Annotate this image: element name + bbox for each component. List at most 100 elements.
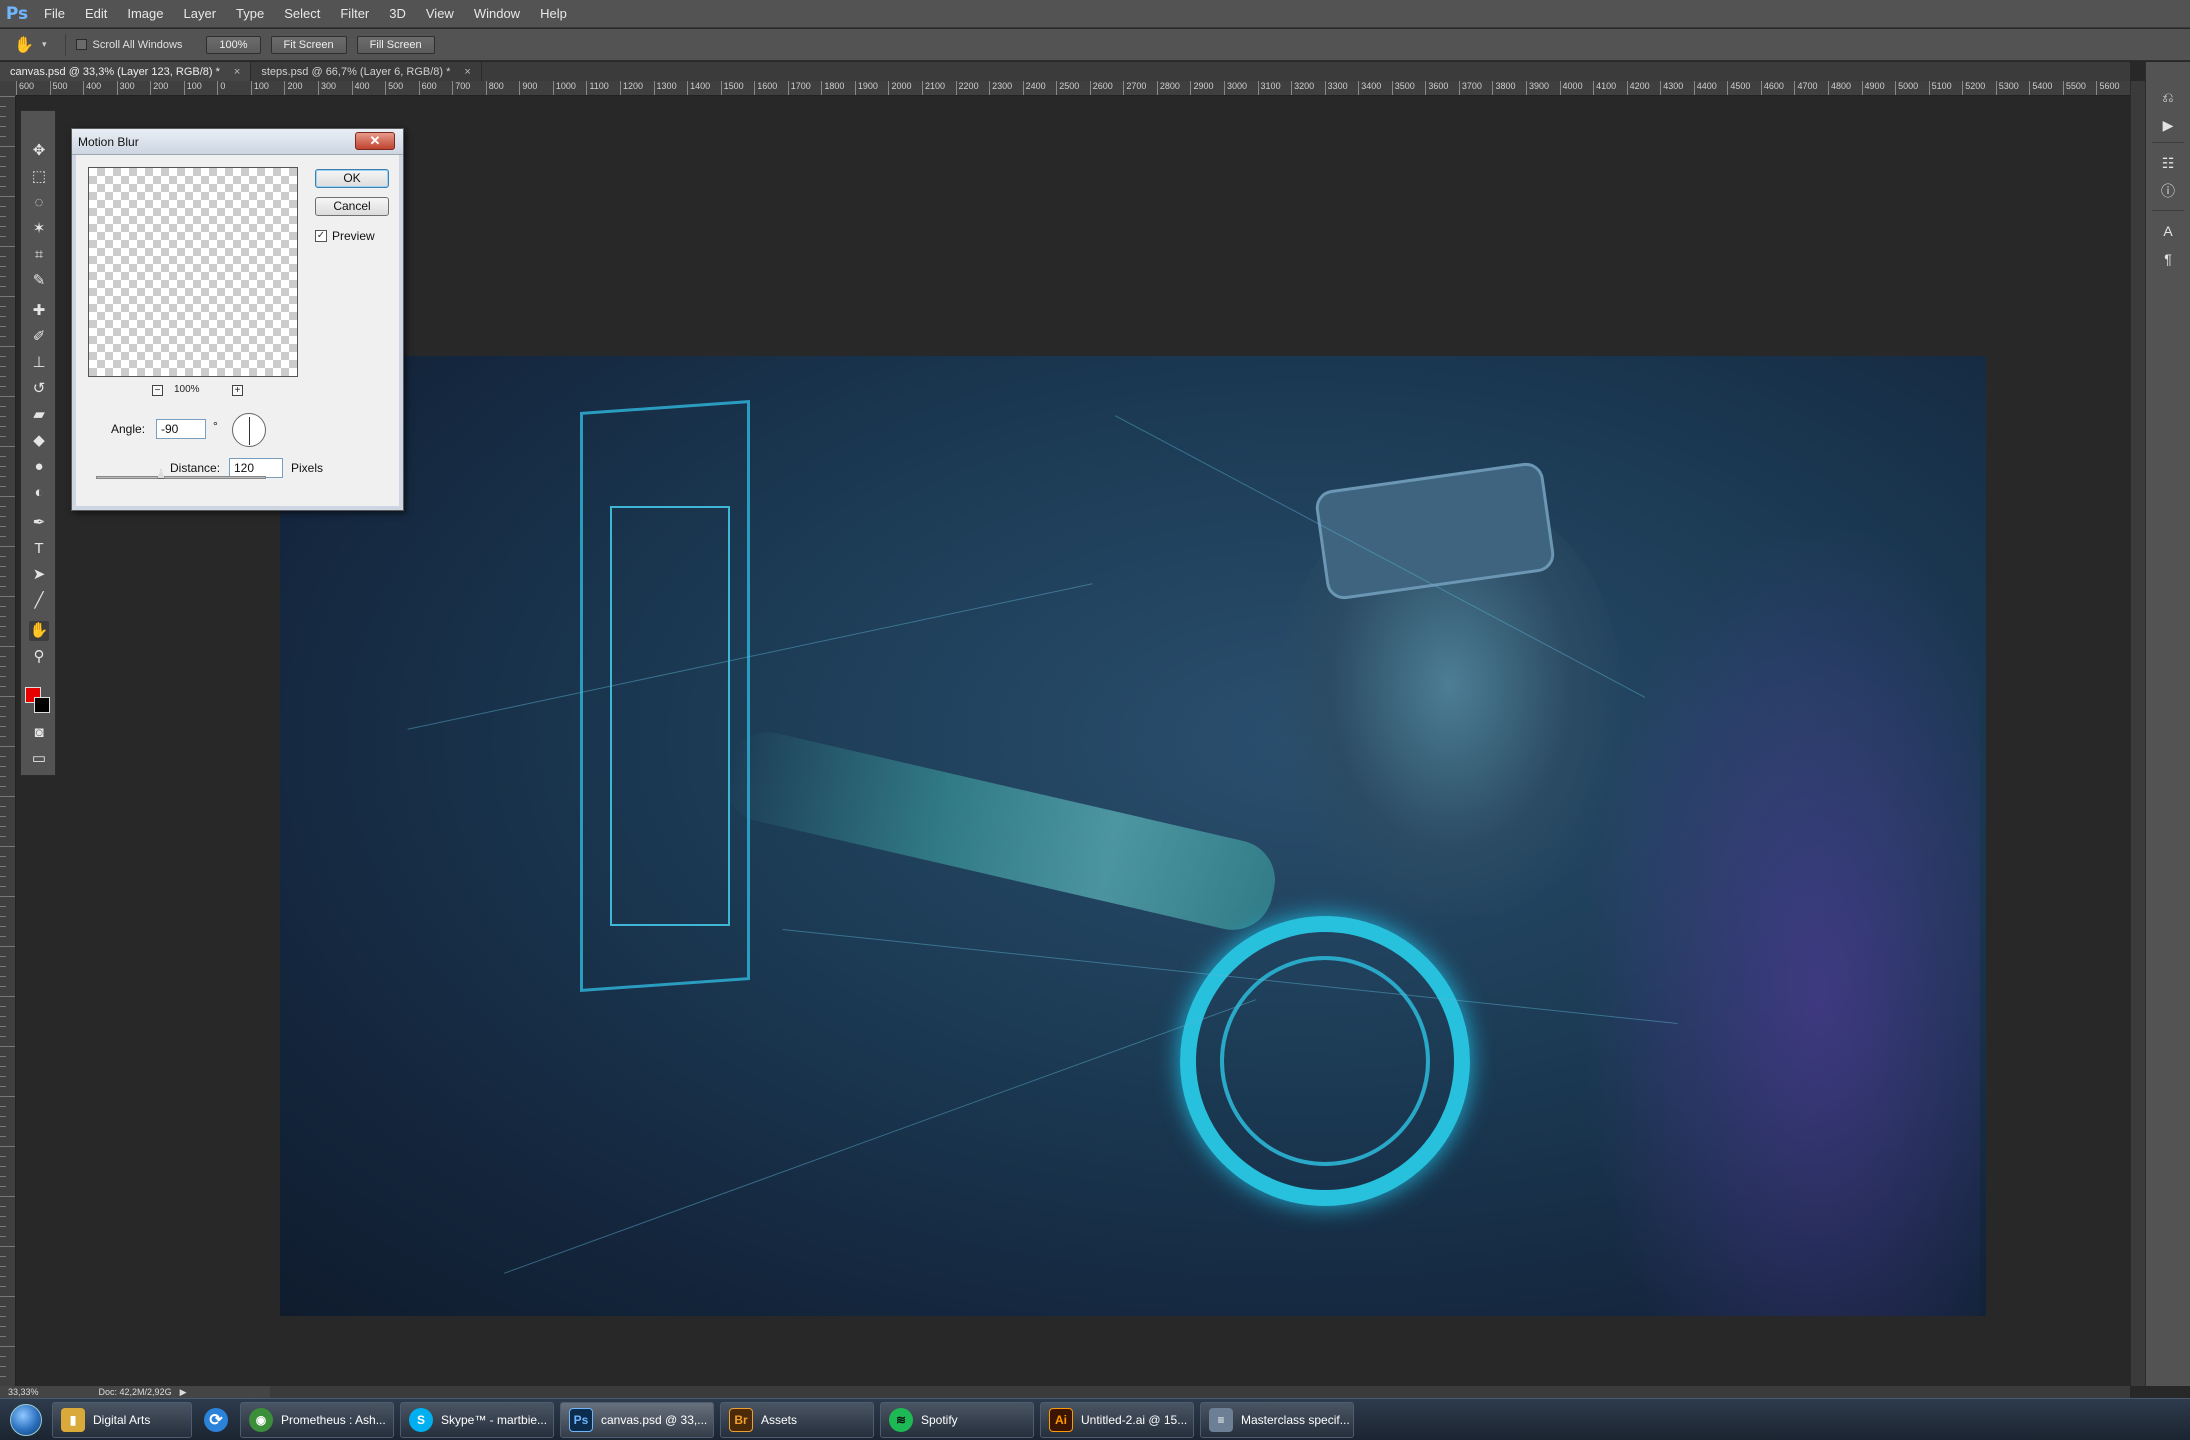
ok-button[interactable]: OK (315, 169, 389, 188)
taskbar-item-sync[interactable]: ⟳ (198, 1402, 234, 1438)
history-brush-tool-icon[interactable]: ↺ (29, 379, 49, 399)
marquee-tool-icon[interactable]: ⬚ (29, 167, 49, 187)
brush-tool-icon[interactable]: ✐ (29, 327, 49, 347)
ruler-tick (0, 396, 15, 397)
close-icon[interactable]: ✕ (355, 132, 395, 150)
crop-tool-icon[interactable]: ⌗ (29, 245, 49, 265)
ruler-tick: 100 (183, 81, 202, 95)
type-tool-icon[interactable]: T (29, 539, 49, 559)
line-tool-icon[interactable]: ╱ (29, 591, 49, 611)
path-select-tool-icon[interactable]: ➤ (29, 565, 49, 585)
angle-input[interactable] (156, 419, 206, 439)
distance-unit: Pixels (291, 461, 324, 475)
menu-edit[interactable]: Edit (75, 0, 117, 28)
distance-slider-thumb[interactable] (157, 469, 165, 479)
menu-image[interactable]: Image (117, 0, 173, 28)
zoom-100-button[interactable]: 100% (206, 35, 261, 54)
lasso-tool-icon[interactable]: ◌ (29, 193, 49, 213)
menu-window[interactable]: Window (464, 0, 530, 28)
paint-bucket-tool-icon[interactable]: ◆ (29, 431, 49, 451)
horizontal-scrollbar[interactable] (270, 1386, 2130, 1398)
hand-tool-icon[interactable]: ✋ (14, 35, 42, 55)
taskbar-item-spotify[interactable]: ≋ Spotify (880, 1401, 1034, 1438)
tab-canvas-psd[interactable]: canvas.psd @ 33,3% (Layer 123, RGB/8) * … (0, 62, 252, 81)
taskbar-item-skype[interactable]: S Skype™ - martbie... (400, 1401, 554, 1438)
quick-mask-icon[interactable]: ◙ (29, 723, 49, 743)
horizontal-ruler[interactable]: 600 500 400 300 200 100 0 100 200 300 400 500 600 700… (16, 81, 2130, 96)
menu-filter[interactable]: Filter (330, 0, 379, 28)
zoom-tool-icon[interactable]: ⚲ (29, 647, 49, 667)
tool-preset-chevron-icon[interactable]: ▾ (42, 39, 47, 50)
move-tool-icon[interactable]: ✥ (29, 141, 49, 161)
taskbar-item-chrome[interactable]: ◉ Prometheus : Ash... (240, 1401, 394, 1438)
ruler-tick (0, 666, 6, 667)
scroll-all-windows-checkbox[interactable] (75, 39, 87, 50)
ruler-tick (0, 1046, 15, 1047)
background-color-swatch[interactable] (34, 697, 50, 713)
taskbar-item-photoshop[interactable]: Ps canvas.psd @ 33,... (560, 1401, 714, 1438)
ruler-tick (0, 206, 6, 207)
menu-type[interactable]: Type (226, 0, 274, 28)
blur-tool-icon[interactable]: ● (29, 457, 49, 477)
preview-checkbox[interactable]: ✓ (315, 230, 327, 242)
dialog-title-bar[interactable]: Motion Blur ✕ (72, 129, 403, 155)
menu-layer[interactable]: Layer (174, 0, 227, 28)
vertical-ruler[interactable] (0, 96, 16, 1386)
eyedropper-tool-icon[interactable]: ✎ (29, 271, 49, 291)
distance-slider[interactable] (96, 476, 266, 479)
quick-select-tool-icon[interactable]: ✶ (29, 219, 49, 239)
taskbar-item-document[interactable]: ≡ Masterclass specif... (1200, 1401, 1354, 1438)
pen-tool-icon[interactable]: ✒ (29, 513, 49, 533)
vertical-scrollbar[interactable] (2130, 81, 2145, 1386)
ruler-tick (0, 556, 6, 557)
ruler-tick: 2900 (1190, 81, 1213, 95)
zoom-level[interactable]: 33,33% (8, 1387, 39, 1397)
taskbar-item-bridge[interactable]: Br Assets (720, 1401, 874, 1438)
zoom-out-button[interactable]: − (152, 385, 163, 396)
filter-preview[interactable] (88, 167, 298, 377)
close-icon[interactable]: × (234, 66, 240, 78)
bridge-icon: Br (729, 1407, 753, 1432)
dodge-tool-icon[interactable]: ◐ (29, 483, 49, 503)
ruler-corner[interactable] (0, 81, 16, 96)
taskbar-item-digital-arts[interactable]: ▮ Digital Arts (52, 1401, 192, 1438)
menu-view[interactable]: View (416, 0, 464, 28)
paragraph-panel-icon[interactable]: ¶ (2157, 248, 2179, 270)
screen-mode-icon[interactable]: ▭ (29, 749, 49, 769)
menu-3d[interactable]: 3D (379, 0, 416, 28)
healing-brush-tool-icon[interactable]: ✚ (29, 301, 49, 321)
zoom-in-button[interactable]: + (232, 385, 243, 396)
angle-dial[interactable] (232, 413, 266, 447)
cancel-button[interactable]: Cancel (315, 197, 389, 216)
status-menu-arrow-icon[interactable]: ▶ (180, 1387, 187, 1398)
hand-tool-icon[interactable]: ✋ (29, 621, 49, 641)
menu-select[interactable]: Select (274, 0, 330, 28)
ruler-tick (0, 1096, 15, 1097)
fit-screen-button[interactable]: Fit Screen (270, 35, 347, 54)
tab-steps-psd[interactable]: steps.psd @ 66,7% (Layer 6, RGB/8) * × (251, 62, 482, 81)
character-panel-icon[interactable]: A (2157, 220, 2179, 242)
ruler-tick: 5200 (1962, 81, 1985, 95)
clone-stamp-tool-icon[interactable]: ⊥ (29, 353, 49, 373)
artwork-image[interactable] (280, 356, 1986, 1316)
menu-help[interactable]: Help (530, 0, 577, 28)
ruler-tick: 4700 (1794, 81, 1817, 95)
start-button[interactable] (0, 1399, 52, 1440)
properties-panel-icon[interactable]: ☷ (2157, 152, 2179, 174)
info-panel-icon[interactable]: ⓘ (2157, 180, 2179, 202)
options-bar: ✋ ▾ Scroll All Windows 100% Fit Screen F… (0, 29, 2190, 61)
preview-zoom-level: 100% (174, 384, 200, 395)
taskbar-label: Skype™ - martbie... (441, 1412, 548, 1427)
fill-screen-button[interactable]: Fill Screen (356, 35, 435, 54)
history-panel-icon[interactable]: ⎌ (2157, 86, 2179, 108)
preview-label: Preview (332, 229, 375, 243)
ruler-tick (0, 236, 6, 237)
taskbar-item-illustrator[interactable]: Ai Untitled-2.ai @ 15... (1040, 1401, 1194, 1438)
eraser-tool-icon[interactable]: ▰ (29, 405, 49, 425)
close-icon[interactable]: × (464, 66, 470, 78)
ruler-tick: 2600 (1089, 81, 1113, 95)
distance-input[interactable] (229, 458, 283, 478)
menu-file[interactable]: File (34, 0, 75, 28)
actions-panel-icon[interactable]: ▶ (2157, 114, 2179, 136)
ruler-tick (0, 736, 6, 737)
